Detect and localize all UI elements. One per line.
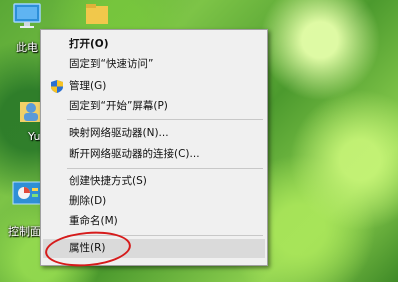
menu-item-create-shortcut[interactable]: 创建快捷方式(S) <box>43 172 265 191</box>
menu-item-pin-quick-access[interactable]: 固定到“快速访问” <box>43 55 265 74</box>
menu-separator <box>67 119 263 120</box>
desktop-icon-label: 此电 <box>16 41 38 54</box>
menu-item-manage[interactable]: 管理(G) <box>43 77 265 96</box>
menu-item-map-network-drive[interactable]: 映射网络驱动器(N)... <box>43 124 265 143</box>
admin-shield-icon <box>51 80 63 93</box>
menu-item-rename[interactable]: 重命名(M) <box>43 212 265 231</box>
menu-item-open[interactable]: 打开(O) <box>43 35 265 54</box>
desktop-icon-label: 控制面 <box>8 225 41 238</box>
desktop-icon-label: Yu <box>28 130 41 143</box>
context-menu: 打开(O) 固定到“快速访问” 管理(G) 固定到“开始”屏幕(P) 映射网络驱… <box>40 29 268 266</box>
computer-icon <box>13 3 41 28</box>
folder-icon <box>86 4 108 24</box>
menu-item-manage-label: 管理(G) <box>69 80 107 92</box>
menu-separator <box>67 168 263 169</box>
menu-item-delete[interactable]: 删除(D) <box>43 192 265 211</box>
menu-item-disconnect-network-drive[interactable]: 断开网络驱动器的连接(C)... <box>43 145 265 164</box>
menu-item-pin-start[interactable]: 固定到“开始”屏幕(P) <box>43 97 265 116</box>
control-panel-icon <box>12 181 42 205</box>
